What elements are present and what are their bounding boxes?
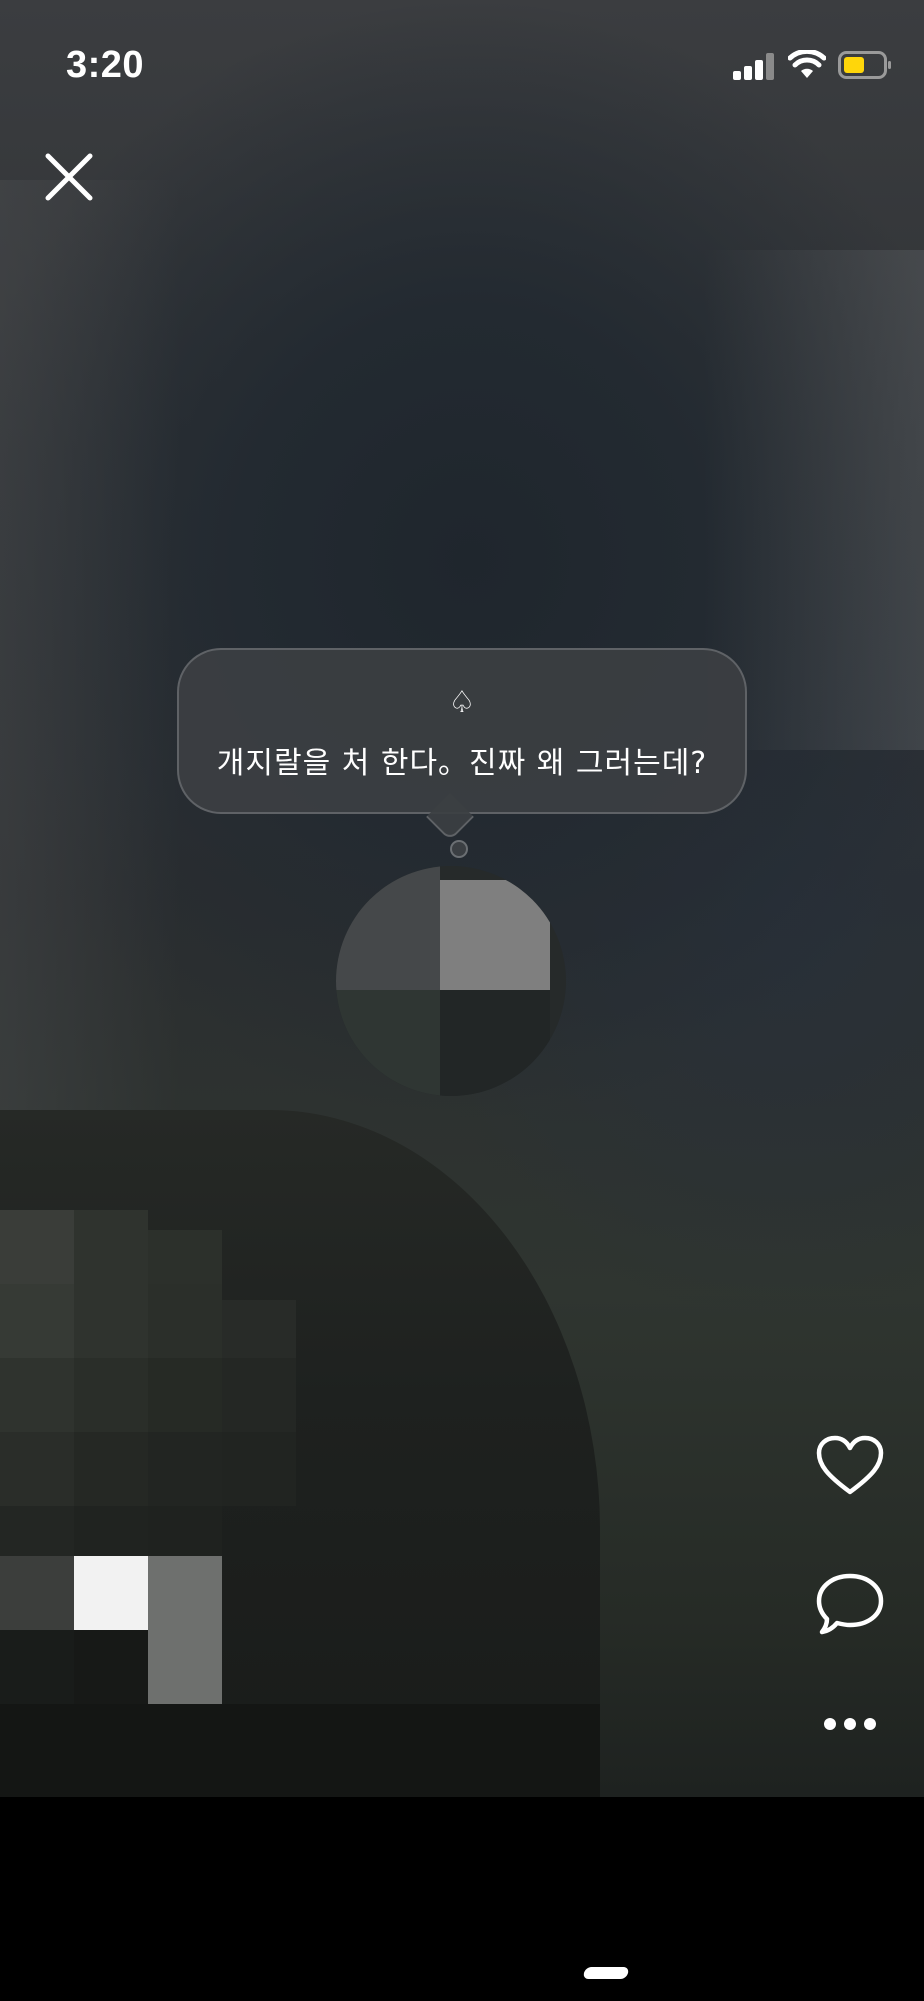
mosaic-block: [148, 1556, 222, 1704]
battery-icon: [838, 51, 892, 79]
mosaic-block: [440, 880, 550, 990]
mosaic-block: [0, 1704, 600, 1798]
wifi-icon: [787, 48, 827, 80]
mosaic-block: [336, 866, 440, 990]
mosaic-block: [0, 1210, 74, 1284]
mosaic-block: [148, 1230, 222, 1284]
mosaic-block: [148, 1358, 222, 1432]
mosaic-block: [0, 1556, 74, 1630]
mosaic-block: [74, 1210, 148, 1284]
bottom-bar: [0, 1797, 924, 2001]
speech-bubble: [177, 648, 747, 814]
mosaic-block: [74, 1630, 148, 1704]
mosaic-block: [222, 1432, 296, 1506]
mosaic-block: [0, 1630, 74, 1704]
mosaic-block: [148, 1284, 222, 1358]
mosaic-block: [74, 1432, 148, 1506]
mosaic-block: [148, 1432, 222, 1506]
mosaic-block: [0, 1432, 74, 1506]
mosaic-block: [74, 1358, 148, 1432]
story-viewer: ♤ 개지랄을 처 한다。진짜 왜 그러는데? 3:20: [0, 0, 924, 2001]
background-left-glow: [0, 180, 180, 1180]
more-dots-icon: [824, 1718, 876, 1730]
post-caption: 개지랄을 처 한다。진짜 왜 그러는데?: [216, 746, 708, 781]
speech-bubble-dot: [450, 840, 468, 858]
close-icon: [45, 153, 93, 201]
like-button[interactable]: [815, 1435, 885, 1497]
mosaic-block: [440, 990, 550, 1096]
more-options-button[interactable]: [822, 1714, 878, 1734]
comment-button[interactable]: [815, 1572, 885, 1636]
heart-outline-icon: [816, 1435, 884, 1495]
censored-figure-head: [336, 866, 566, 1096]
close-button[interactable]: [40, 148, 98, 206]
cellular-signal-icon: [733, 52, 775, 80]
mosaic-block: [74, 1556, 148, 1630]
home-indicator[interactable]: [582, 1967, 630, 1979]
mosaic-block: [0, 1358, 74, 1432]
speech-bubble-icon: [816, 1573, 884, 1635]
mosaic-block: [222, 1358, 296, 1432]
mosaic-block: [74, 1284, 148, 1358]
mosaic-block: [222, 1300, 296, 1358]
spade-symbol: ♤: [448, 685, 476, 720]
mosaic-block: [336, 990, 440, 1096]
status-time: 3:20: [66, 44, 145, 86]
mosaic-block: [0, 1284, 74, 1358]
